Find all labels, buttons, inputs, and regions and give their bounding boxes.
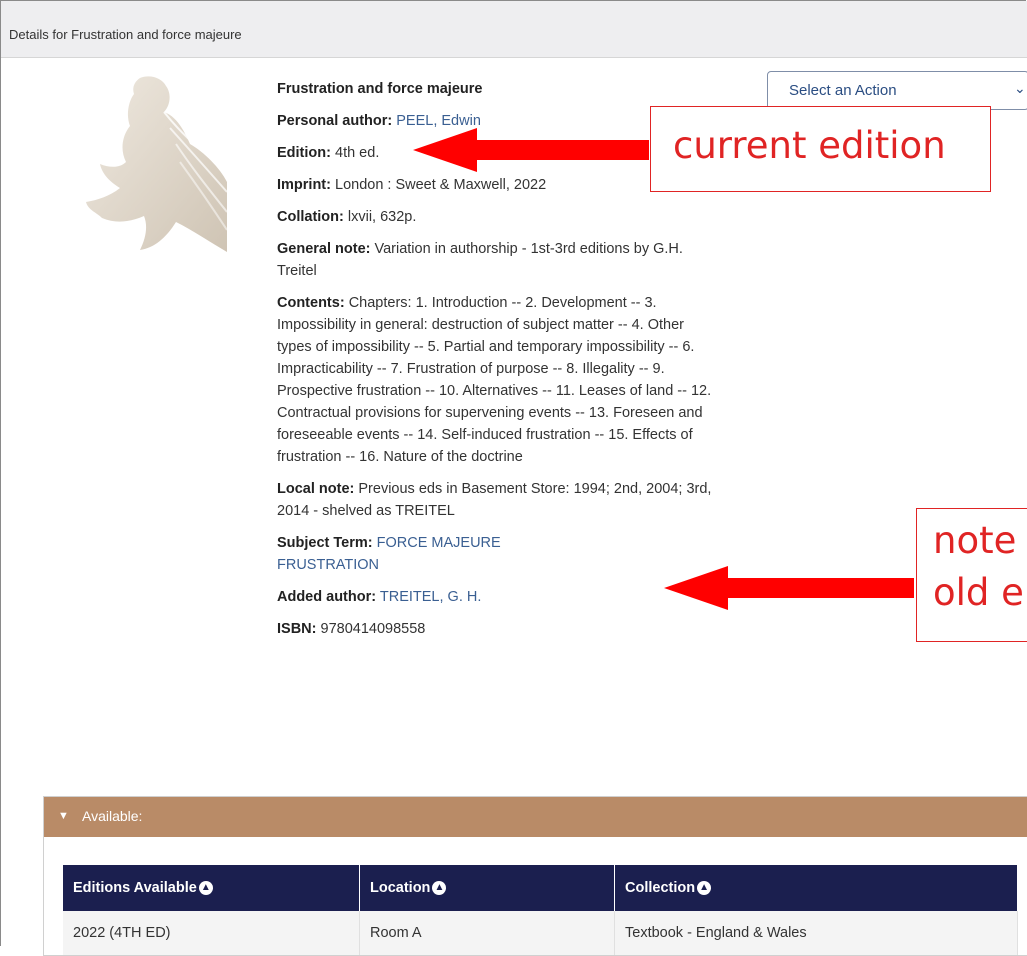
subject-term-link[interactable]: FORCE MAJEURE	[377, 535, 501, 551]
sort-icon[interactable]: ▲	[198, 881, 213, 896]
imprint-label: Imprint:	[277, 177, 331, 193]
table-header-row: Editions Available ▲ Location ▲ Collection…	[63, 865, 1018, 911]
table-cell-collection: Textbook - England & Wales	[614, 911, 1018, 955]
annotation-note-line2: old e	[933, 571, 1024, 614]
record-title: Frustration and force majeure	[277, 81, 483, 97]
subject-term-link[interactable]: FRUSTRATION	[277, 554, 717, 576]
column-header-location[interactable]: Location ▲	[359, 865, 615, 911]
added-author-label: Added author:	[277, 589, 377, 605]
column-header-label: Editions Available	[73, 880, 197, 896]
isbn-label: ISBN:	[277, 621, 317, 637]
annotation-note-old-editions: note old e	[916, 508, 1027, 642]
isbn-value: 9780414098558	[320, 621, 426, 637]
column-header-label: Collection	[625, 880, 696, 896]
availability-label: Available:	[82, 808, 143, 824]
added-author-link[interactable]: TREITEL, G. H.	[380, 589, 482, 605]
table-cell-location: Room A	[359, 911, 615, 955]
collation-value: lxvii, 632p.	[347, 209, 417, 225]
edition-value: 4th ed.	[335, 145, 380, 161]
imprint-value: London : Sweet & Maxwell, 2022	[335, 177, 547, 193]
personal-author-label: Personal author:	[277, 113, 393, 129]
subject-term-label: Subject Term:	[277, 535, 373, 551]
annotation-note-line1: note	[933, 519, 1017, 562]
details-header: Details for Frustration and force majeur…	[1, 1, 1027, 58]
table-row: 2022 (4TH ED) Room A Textbook - England …	[63, 911, 1018, 955]
sort-icon[interactable]: ▲	[432, 881, 447, 896]
contents-value: Chapters: 1. Introduction -- 2. Developm…	[277, 295, 712, 465]
isbn-row: ISBN: 9780414098558	[277, 618, 717, 640]
sort-icon[interactable]: ▲	[697, 881, 712, 896]
select-action-dropdown[interactable]: Select an Action ⌄	[767, 71, 1027, 110]
table-cell-edition: 2022 (4TH ED)	[63, 911, 360, 955]
contents-row: Contents: Chapters: 1. Introduction -- 2…	[277, 292, 717, 468]
availability-panel: ▼ Available: Editions Available ▲ Locatio…	[43, 796, 1027, 956]
subject-term-row: Subject Term: FORCE MAJEURE FRUSTRATION	[277, 532, 717, 576]
general-note-row: General note: Variation in authorship - …	[277, 238, 717, 282]
red-arrow-icon	[413, 128, 649, 172]
pegasus-logo-icon	[86, 76, 228, 252]
chevron-down-icon: ⌄	[1014, 80, 1026, 96]
annotation-current-edition: current edition	[650, 106, 991, 192]
edition-label: Edition:	[277, 145, 331, 161]
column-header-label: Location	[370, 880, 431, 896]
collation-label: Collation:	[277, 209, 344, 225]
holdings-table: Editions Available ▲ Location ▲ Collection…	[63, 865, 1018, 955]
local-note-row: Local note: Previous eds in Basement Sto…	[277, 478, 717, 522]
availability-toggle[interactable]: ▼ Available:	[44, 797, 1027, 837]
red-arrow-icon	[664, 566, 914, 610]
select-action-label: Select an Action	[789, 82, 897, 99]
annotation-current-edition-text: current edition	[673, 124, 946, 167]
column-header-editions[interactable]: Editions Available ▲	[63, 865, 360, 911]
contents-label: Contents:	[277, 295, 345, 311]
general-note-label: General note:	[277, 241, 371, 257]
caret-down-icon: ▼	[58, 810, 69, 822]
column-header-collection[interactable]: Collection ▲	[614, 865, 1018, 911]
book-cover-image	[80, 72, 228, 252]
personal-author-link[interactable]: PEEL, Edwin	[396, 113, 481, 129]
details-header-title: Details for Frustration and force majeur…	[9, 27, 242, 42]
collation-row: Collation: lxvii, 632p.	[277, 206, 717, 228]
added-author-row: Added author: TREITEL, G. H.	[277, 586, 717, 608]
local-note-label: Local note:	[277, 481, 355, 497]
